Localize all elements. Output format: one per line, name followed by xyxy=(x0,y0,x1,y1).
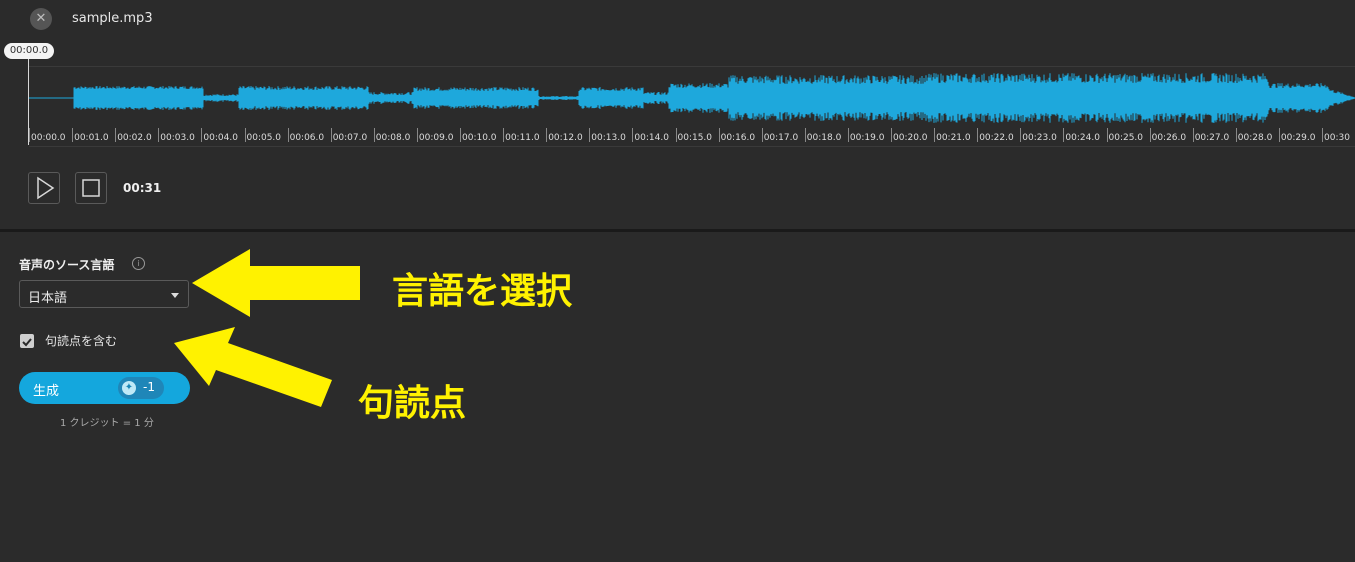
punctuation-arrow xyxy=(174,327,332,407)
language-callout: 言語を選択 xyxy=(392,271,573,312)
language-arrow xyxy=(192,249,360,317)
punctuation-callout: 句読点 xyxy=(358,383,467,424)
annotation-arrows xyxy=(174,249,360,407)
